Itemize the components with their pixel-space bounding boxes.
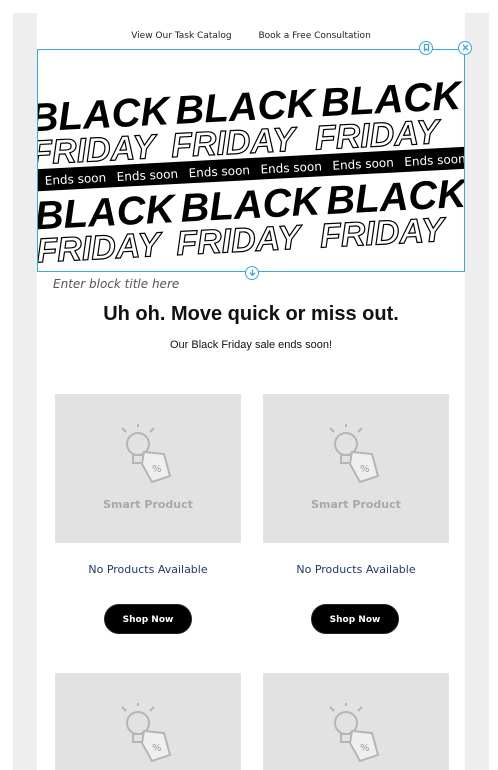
top-nav: View Our Task Catalog Book a Free Consul… [37, 31, 465, 41]
lightbulb-tag-icon: % [329, 424, 380, 484]
shop-now-button-1[interactable]: Shop Now [104, 604, 192, 634]
svg-text:%: % [152, 464, 162, 475]
svg-text:%: % [152, 743, 162, 754]
block-selection-outline [37, 49, 465, 272]
shop-now-button-2[interactable]: Shop Now [311, 604, 399, 634]
right-gutter [465, 13, 489, 770]
close-icon[interactable] [458, 41, 472, 55]
subheadline: Our Black Friday sale ends soon! [169, 339, 333, 351]
lightbulb-tag-icon: % [329, 703, 380, 763]
svg-text:%: % [360, 743, 370, 754]
left-gutter [13, 13, 37, 770]
lightbulb-tag-icon: % [121, 703, 172, 763]
arrow-down-circle-icon[interactable] [245, 266, 259, 280]
smart-product-label: Smart Product [103, 498, 193, 511]
consultation-link[interactable]: Book a Free Consultation [259, 31, 371, 41]
no-products-text-1: No Products Available [88, 563, 208, 576]
product-placeholder-4[interactable]: % [263, 673, 449, 770]
product-placeholder-3[interactable]: % [55, 673, 241, 770]
headline: Uh oh. Move quick or miss out. [103, 303, 399, 325]
smart-product-label: Smart Product [311, 498, 401, 511]
lightbulb-tag-icon: % [121, 424, 172, 484]
block-title-input[interactable]: Enter block title here [53, 277, 179, 291]
no-products-text-2: No Products Available [296, 563, 416, 576]
product-placeholder-1[interactable]: % Smart Product [55, 394, 241, 543]
bookmark-icon[interactable] [419, 41, 433, 55]
product-placeholder-2[interactable]: % Smart Product [263, 394, 449, 543]
svg-text:%: % [360, 464, 370, 475]
task-catalog-link[interactable]: View Our Task Catalog [131, 31, 231, 41]
